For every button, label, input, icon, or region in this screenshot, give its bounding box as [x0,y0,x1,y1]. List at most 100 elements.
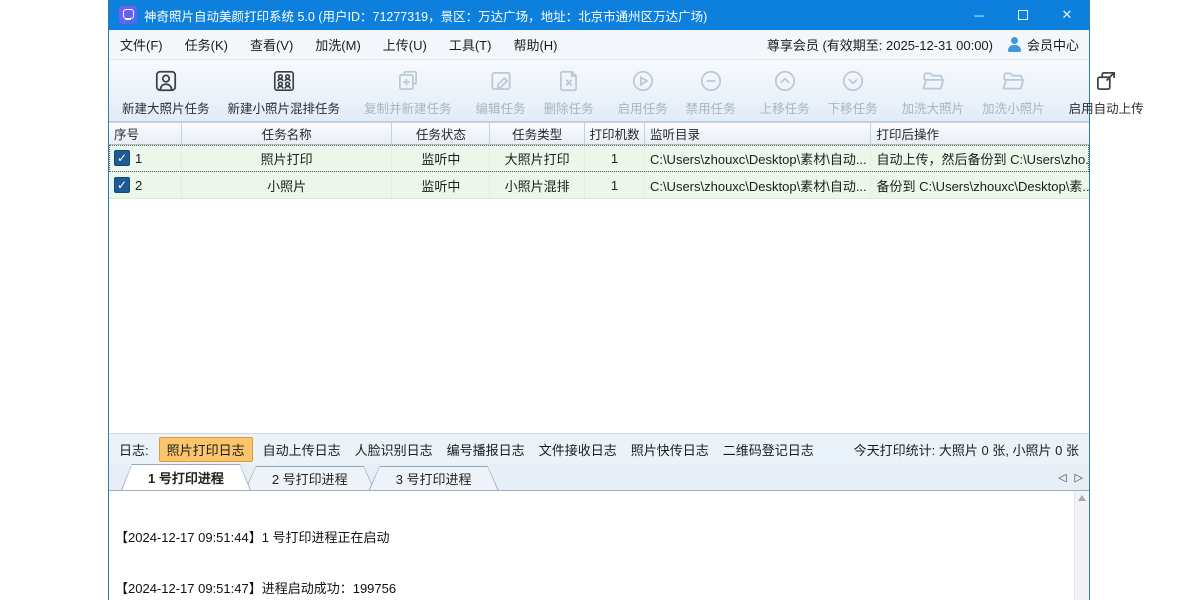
column-header-task-type[interactable]: 任务类型 [490,123,585,144]
process-tab-1[interactable]: 1 号打印进程 [121,464,251,490]
after-print-cell: 备份到 C:\Users\zhouxc\Desktop\素... [871,172,1089,198]
minus-circle-icon [696,66,726,96]
log-tab-auto-upload[interactable]: 自动上传日志 [263,440,341,459]
tab-scroll-arrows: ◁ ▷ [1058,464,1083,490]
scroll-up-icon [1078,495,1086,501]
chevron-down-circle-icon [838,66,868,96]
log-tab-file-receive[interactable]: 文件接收日志 [539,440,617,459]
close-button[interactable]: ✕ [1045,0,1089,30]
process-tab-label: 2 号打印进程 [246,467,374,490]
maximize-button[interactable] [1001,0,1045,30]
row-checkbox[interactable]: ✓ [114,177,130,193]
table-header-row: 序号 任务名称 任务状态 任务类型 打印机数 监听目录 打印后操作 [109,122,1089,145]
delete-task-button[interactable]: 删除任务 [535,60,603,121]
log-line: 【2024-12-17 09:51:44】1 号打印进程正在启动 [115,529,1072,546]
task-name-cell: 小照片 [182,172,393,198]
log-tab-number-broadcast[interactable]: 编号播报日志 [447,440,525,459]
menu-task[interactable]: 任务(K) [174,30,239,59]
folder-icon [918,66,948,96]
process-tab-row: 1 号打印进程 2 号打印进程 3 号打印进程 ◁ ▷ [109,464,1089,491]
people-grid-icon [269,66,299,96]
maximize-icon [1018,10,1028,20]
tab-scroll-left-icon[interactable]: ◁ [1058,471,1066,484]
menu-file[interactable]: 文件(F) [109,30,174,59]
toolbar-button-label: 启用自动上传 [1069,98,1144,117]
row-checkbox[interactable]: ✓ [114,150,130,166]
menu-reprint[interactable]: 加洗(M) [304,30,372,59]
enable-task-button[interactable]: 启用任务 [609,60,677,121]
watch-dir-cell: C:\Users\zhouxc\Desktop\素材\自动... [645,145,872,171]
after-print-cell: 自动上传，然后备份到 C:\Users\zho... [871,145,1089,171]
column-header-task-name[interactable]: 任务名称 [182,123,393,144]
log-tab-bar: 日志: 照片打印日志 自动上传日志 人脸识别日志 编号播报日志 文件接收日志 照… [109,433,1089,464]
enable-auto-upload-button[interactable]: 启用自动上传 [1060,60,1153,121]
minimize-button[interactable]: ─ [957,0,1001,30]
toolbar-button-label: 下移任务 [828,98,878,117]
log-tab-photo-fast-transfer[interactable]: 照片快传日志 [631,440,709,459]
new-large-photo-task-button[interactable]: 新建大照片任务 [113,60,219,121]
toolbar-button-label: 加洗小照片 [982,98,1045,117]
log-bar-label: 日志: [119,440,149,459]
reprint-small-photo-button[interactable]: 加洗小照片 [973,60,1054,121]
log-content-panel: 【2024-12-17 09:51:44】1 号打印进程正在启动 【2024-1… [109,491,1089,600]
task-status-cell: 监听中 [392,145,490,171]
process-tab-3[interactable]: 3 号打印进程 [369,466,499,490]
toolbar-button-label: 编辑任务 [476,98,526,117]
edit-task-button[interactable]: 编辑任务 [467,60,535,121]
window-controls: ─ ✕ [957,0,1089,30]
log-scrollbar[interactable] [1074,491,1089,600]
copy-new-task-button[interactable]: 复制并新建任务 [355,60,461,121]
toolbar-button-label: 禁用任务 [686,98,736,117]
task-name-cell: 照片打印 [182,145,393,171]
move-down-task-button[interactable]: 下移任务 [819,60,887,121]
column-header-printer-count[interactable]: 打印机数 [585,123,645,144]
menu-upload[interactable]: 上传(U) [372,30,438,59]
print-stats-today: 今天打印统计: 大照片 0 张, 小照片 0 张 [854,440,1079,459]
row-index: 1 [135,151,142,166]
play-circle-icon [628,66,658,96]
tab-scroll-right-icon[interactable]: ▷ [1075,471,1083,484]
menu-tools[interactable]: 工具(T) [438,30,503,59]
column-header-watch-dir[interactable]: 监听目录 [645,123,872,144]
column-header-after-print[interactable]: 打印后操作 [871,123,1089,144]
row-index: 2 [135,178,142,193]
move-up-task-button[interactable]: 上移任务 [751,60,819,121]
member-center-link[interactable]: 会员中心 [1027,35,1079,54]
folder-icon [998,66,1028,96]
app-window: 神奇照片自动美颜打印系统 5.0 (用户ID：71277319，景区：万达广场，… [108,0,1090,600]
chevron-up-circle-icon [770,66,800,96]
log-line: 【2024-12-17 09:51:47】进程启动成功：199756 [115,580,1072,597]
person-photo-icon [151,66,181,96]
column-header-index[interactable]: 序号 [109,123,182,144]
upload-share-icon [1091,66,1121,96]
task-type-cell: 大照片打印 [490,145,585,171]
menu-bar: 文件(F) 任务(K) 查看(V) 加洗(M) 上传(U) 工具(T) 帮助(H… [109,30,1089,60]
log-lines: 【2024-12-17 09:51:44】1 号打印进程正在启动 【2024-1… [109,491,1074,600]
table-empty-area [109,199,1089,433]
log-tab-photo-print[interactable]: 照片打印日志 [159,437,253,462]
copy-plus-icon [393,66,423,96]
disable-task-button[interactable]: 禁用任务 [677,60,745,121]
toolbar-button-label: 加洗大照片 [902,98,965,117]
column-header-task-status[interactable]: 任务状态 [392,123,490,144]
table-row[interactable]: ✓ 2 小照片 监听中 小照片混排 1 C:\Users\zhouxc\Desk… [109,172,1089,199]
app-logo-icon [119,6,137,24]
watch-dir-cell: C:\Users\zhouxc\Desktop\素材\自动... [645,172,872,198]
delete-x-icon [554,66,584,96]
title-bar: 神奇照片自动美颜打印系统 5.0 (用户ID：71277319，景区：万达广场，… [109,0,1089,30]
menu-help[interactable]: 帮助(H) [502,30,568,59]
menu-view[interactable]: 查看(V) [239,30,304,59]
process-tab-label: 3 号打印进程 [370,467,498,490]
process-tab-2[interactable]: 2 号打印进程 [245,466,375,490]
member-avatar-icon [1007,37,1022,52]
new-small-photo-mix-task-button[interactable]: 新建小照片混排任务 [219,60,350,121]
table-row[interactable]: ✓ 1 照片打印 监听中 大照片打印 1 C:\Users\zhouxc\Des… [109,145,1089,172]
toolbar: 新建大照片任务 新建小照片混排任务 复制并新建任务 编辑任务 删除任 [109,60,1089,122]
toolbar-button-label: 上移任务 [760,98,810,117]
toolbar-button-label: 复制并新建任务 [364,98,452,117]
reprint-large-photo-button[interactable]: 加洗大照片 [893,60,974,121]
log-tab-face-recognition[interactable]: 人脸识别日志 [355,440,433,459]
log-tab-qrcode-register[interactable]: 二维码登记日志 [723,440,814,459]
task-status-cell: 监听中 [392,172,490,198]
printer-count-cell: 1 [585,145,645,171]
